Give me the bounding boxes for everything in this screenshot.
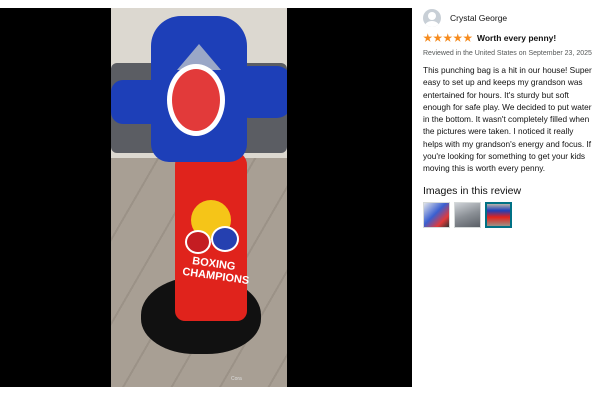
avatar	[423, 9, 441, 27]
review-photo[interactable]: BOXING CHAMPIONS Cora	[111, 8, 287, 387]
review-title: Worth every penny!	[477, 33, 557, 43]
photo-viewer: BOXING CHAMPIONS Cora	[0, 8, 412, 387]
review-thumbnails	[423, 201, 593, 228]
reviewer-name[interactable]: Crystal George	[450, 13, 507, 23]
review-thumbnail-2[interactable]	[454, 201, 481, 228]
boxing-glove-blue-graphic	[211, 226, 239, 252]
reviewer-profile[interactable]: Crystal George	[423, 8, 593, 28]
star-icon	[453, 33, 463, 42]
boxing-glove-red-graphic	[185, 230, 211, 254]
star-icon	[433, 33, 443, 42]
photo-credit: Cora	[231, 376, 242, 382]
star-icon	[443, 33, 453, 42]
review-thumbnail-1[interactable]	[423, 201, 450, 228]
review-body: This punching bag is a hit in our house!…	[423, 65, 592, 174]
review-panel: Crystal George Worth every penny! Review…	[423, 8, 593, 228]
star-icon	[423, 33, 433, 42]
images-heading: Images in this review	[423, 184, 522, 197]
star-icon	[463, 33, 473, 42]
review-date: Reviewed in the United States on Septemb…	[423, 50, 592, 57]
review-thumbnail-3[interactable]	[485, 201, 512, 228]
shark-mouth-graphic	[167, 64, 225, 136]
star-rating	[423, 33, 473, 43]
rating-row: Worth every penny!	[423, 32, 593, 44]
